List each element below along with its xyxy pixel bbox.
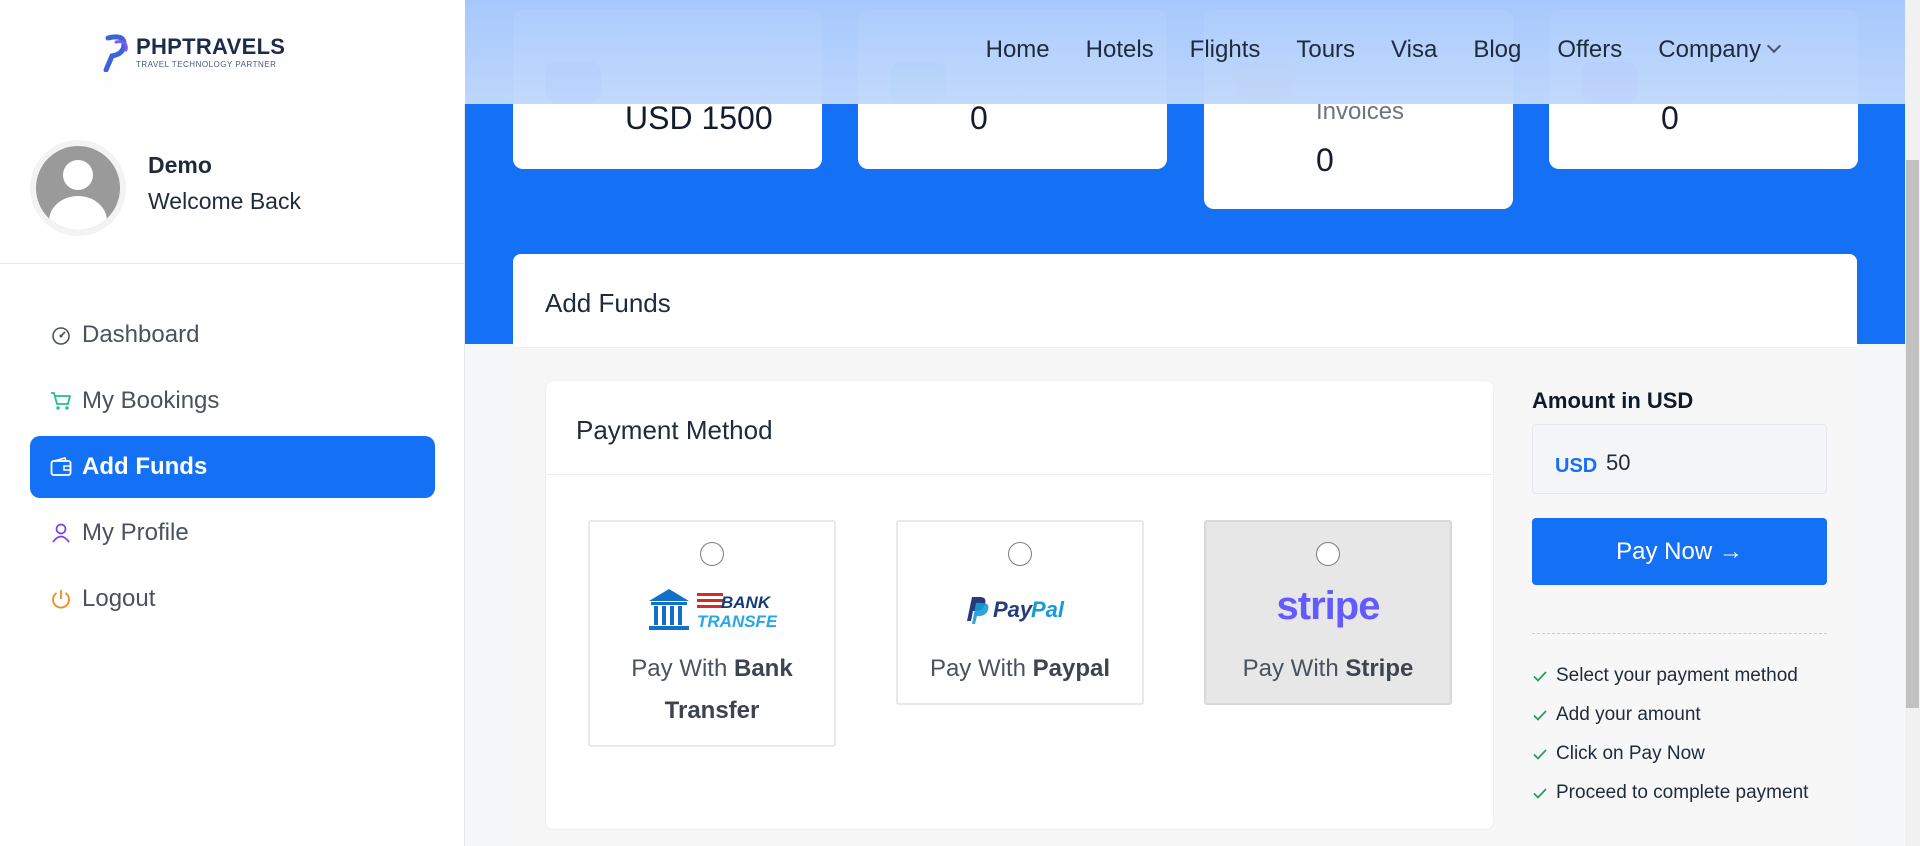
payment-option-stripe[interactable]: stripe Pay With Stripe (1204, 520, 1452, 705)
sidebar-item-profile[interactable]: My Profile (30, 502, 435, 564)
sidebar-item-logout[interactable]: Logout (30, 568, 435, 630)
bank-transfer-radio[interactable] (700, 542, 724, 566)
brand-logo-icon (103, 34, 128, 72)
amount-input[interactable] (1606, 450, 1806, 476)
wallet-icon (50, 456, 72, 478)
stripe-icon: stripe (1277, 587, 1381, 628)
nav-hotels[interactable]: Hotels (1086, 36, 1154, 64)
pay-now-button[interactable]: Pay Now → (1532, 518, 1827, 585)
stripe-logo: stripe (1206, 580, 1450, 640)
stat-value: 0 (1661, 100, 1679, 136)
user-name: Demo (148, 152, 212, 178)
bank-icon: BANK TRANSFER (649, 589, 777, 631)
sidebar-menu: Dashboard My Bookings Add Funds My Profi… (30, 304, 435, 634)
stat-value: 0 (1316, 142, 1334, 178)
sidebar-item-bookings[interactable]: My Bookings (30, 370, 435, 432)
nav-blog[interactable]: Blog (1473, 36, 1521, 64)
nav-company[interactable]: Company (1658, 36, 1782, 64)
user-icon (50, 522, 72, 544)
amount-field: USD (1532, 424, 1827, 494)
stat-value: 0 (970, 100, 988, 136)
cart-icon (50, 390, 72, 412)
nav-flights[interactable]: Flights (1190, 36, 1261, 64)
instructions-list: Select your payment method Add your amou… (1532, 656, 1827, 812)
svg-text:TRANSFER: TRANSFER (697, 612, 777, 631)
top-header: PHPTRAVELS TRAVEL TECHNOLOGY PARTNER Hom… (0, 0, 1905, 104)
list-item: Add your amount (1532, 695, 1827, 734)
payment-method-card: Payment Method BANK TRANSFER (545, 380, 1494, 830)
svg-text:stripe: stripe (1277, 587, 1380, 628)
bank-transfer-caption: Pay With Bank Transfer (631, 655, 793, 724)
paypal-icon: Pay Pal (966, 597, 1065, 624)
bank-transfer-logo: BANK TRANSFER (590, 580, 834, 640)
svg-text:Pay: Pay (993, 597, 1034, 622)
brand-name: PHPTRAVELS (136, 33, 286, 59)
scrollbar-thumb[interactable] (1906, 160, 1919, 708)
nav-tours[interactable]: Tours (1296, 36, 1355, 64)
list-item: Select your payment method (1532, 656, 1827, 695)
divider (1532, 633, 1827, 634)
check-icon (1533, 787, 1547, 799)
svg-text:Pal: Pal (1031, 597, 1065, 622)
brand-logo[interactable]: PHPTRAVELS TRAVEL TECHNOLOGY PARTNER (102, 32, 285, 72)
main-nav: Home Hotels Flights Tours Visa Blog Offe… (986, 36, 1782, 64)
nav-home[interactable]: Home (986, 36, 1050, 64)
stat-value: USD 1500 (625, 100, 773, 136)
paypal-logo: Pay Pal (898, 580, 1142, 640)
gauge-icon (50, 324, 72, 346)
currency-label: USD (1555, 455, 1598, 477)
nav-visa[interactable]: Visa (1391, 36, 1437, 64)
brand-tagline: TRAVEL TECHNOLOGY PARTNER (136, 59, 277, 69)
sidebar-item-label: Dashboard (82, 321, 200, 348)
paypal-radio[interactable] (1008, 542, 1032, 566)
sidebar-item-label: My Bookings (82, 387, 220, 414)
payment-option-paypal[interactable]: Pay Pal Pay With Paypal (896, 520, 1144, 705)
stripe-radio[interactable] (1316, 542, 1340, 566)
amount-panel: Amount in USD USD Pay Now → Select your … (1532, 380, 1827, 812)
sidebar: Demo Welcome Back Dashboard My Bookings … (0, 104, 465, 846)
power-icon (50, 588, 72, 610)
chevron-down-icon (1766, 38, 1782, 54)
add-funds-card: Add Funds Payment Method BANK TRANSFE Pa… (513, 254, 1857, 846)
nav-company-label: Company (1658, 36, 1761, 63)
nav-offers[interactable]: Offers (1557, 36, 1622, 64)
sidebar-item-label: Logout (82, 585, 156, 612)
svg-text:BANK: BANK (721, 593, 772, 612)
check-icon (1533, 709, 1547, 721)
sidebar-item-label: Add Funds (82, 453, 208, 480)
amount-label: Amount in USD (1532, 388, 1694, 413)
check-icon (1533, 670, 1547, 682)
check-icon (1533, 748, 1547, 760)
sidebar-item-label: My Profile (82, 519, 189, 546)
welcome-text: Welcome Back (148, 188, 301, 214)
sidebar-item-dashboard[interactable]: Dashboard (30, 304, 435, 366)
avatar (36, 146, 120, 230)
user-profile: Demo Welcome Back (0, 104, 465, 264)
list-item: Click on Pay Now (1532, 734, 1827, 773)
sidebar-item-add-funds[interactable]: Add Funds (30, 436, 435, 498)
list-item: Proceed to complete payment (1532, 773, 1827, 812)
stripe-caption: Pay With Stripe (1242, 655, 1414, 682)
payment-method-title: Payment Method (576, 415, 773, 445)
payment-option-bank-transfer[interactable]: BANK TRANSFER Pay With Bank Transfer (588, 520, 836, 747)
paypal-caption: Pay With Paypal (929, 655, 1111, 682)
page-scrollbar[interactable] (1905, 0, 1920, 846)
add-funds-title: Add Funds (545, 288, 671, 318)
